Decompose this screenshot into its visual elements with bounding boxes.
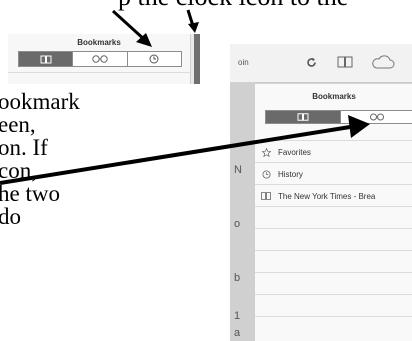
instruction-top-line: p the clock icon to the bbox=[118, 0, 348, 10]
instruction-line-2: een, bbox=[0, 112, 36, 137]
book-icon bbox=[297, 113, 309, 121]
instruction-line-5: he two bbox=[0, 181, 60, 206]
empty-row bbox=[255, 250, 412, 273]
instruction-line-6: do bbox=[0, 204, 21, 229]
row-label: The New York Times - Brea bbox=[278, 191, 376, 201]
tab-bookmarks[interactable] bbox=[266, 111, 341, 123]
row-label: Favorites bbox=[278, 147, 311, 157]
book-icon bbox=[40, 55, 52, 63]
empty-row bbox=[255, 206, 412, 229]
inset-bookmarks-panel: Bookmarks bbox=[8, 34, 191, 84]
book-icon bbox=[261, 192, 271, 200]
instruction-line-3: on. If bbox=[0, 135, 48, 160]
bookmark-row-history[interactable]: History bbox=[255, 162, 412, 185]
instruction-line-1: ookmark bbox=[0, 89, 80, 114]
bookmark-row-favorites[interactable]: Favorites bbox=[255, 140, 412, 163]
instruction-line-4: con, bbox=[0, 158, 37, 183]
bookmarks-segmented-control bbox=[265, 110, 412, 124]
page-letter: 1 bbox=[234, 310, 241, 322]
bookmarks-toolbar-icon[interactable] bbox=[337, 56, 353, 68]
inset-tab-history[interactable] bbox=[128, 52, 181, 66]
star-icon bbox=[261, 147, 271, 157]
cloud-icon[interactable] bbox=[370, 54, 396, 70]
empty-row bbox=[255, 294, 412, 317]
glasses-icon bbox=[370, 113, 385, 121]
empty-row bbox=[255, 228, 412, 251]
tab-reading-list[interactable] bbox=[341, 111, 412, 123]
inset-divider bbox=[8, 72, 190, 73]
empty-row bbox=[255, 316, 412, 339]
inset-tab-bookmarks[interactable] bbox=[19, 52, 74, 66]
bookmark-row-nytimes[interactable]: The New York Times - Brea bbox=[255, 184, 412, 207]
clock-icon bbox=[261, 169, 271, 179]
inset-segmented-control bbox=[18, 51, 182, 67]
empty-row bbox=[255, 272, 412, 295]
page-letter: N bbox=[234, 164, 242, 176]
page-content-behind: N o b 1 a bbox=[230, 82, 254, 341]
page-letter: b bbox=[234, 272, 241, 284]
address-bar-text[interactable]: oin bbox=[238, 58, 249, 67]
inset-bookmarks-screenshot: Bookmarks bbox=[8, 34, 200, 84]
inset-bookmarks-title: Bookmarks bbox=[77, 38, 121, 47]
inset-tab-reading-list[interactable] bbox=[73, 52, 128, 66]
bookmarks-title: Bookmarks bbox=[312, 92, 356, 101]
page-letter: a bbox=[234, 327, 241, 339]
arrow-to-side-strip bbox=[186, 9, 199, 33]
inset-background-strip bbox=[194, 34, 200, 84]
row-label: History bbox=[278, 169, 303, 179]
glasses-icon bbox=[92, 55, 108, 63]
page-letter: o bbox=[234, 218, 241, 230]
safari-toolbar: oin bbox=[230, 44, 412, 83]
clock-icon bbox=[149, 54, 159, 64]
bookmarks-panel: Bookmarks Favorites History The New York… bbox=[254, 84, 412, 341]
ipad-safari-screenshot: oin N o b 1 a Bookmarks Favorites Histor… bbox=[230, 44, 412, 341]
reload-icon[interactable] bbox=[306, 57, 317, 68]
